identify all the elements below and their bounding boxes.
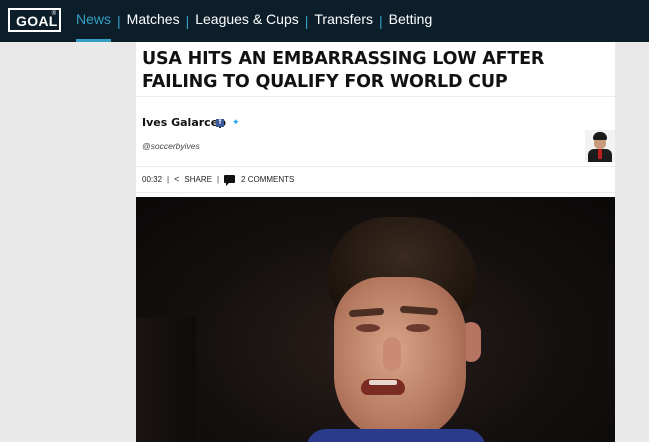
article-meta: 00:32 | < SHARE | 2 COMMENTS [142,173,294,186]
nav-separator: | [304,13,309,29]
nav-item-matches[interactable]: Matches [127,0,180,42]
comment-icon[interactable] [224,175,236,186]
share-icon[interactable]: < [174,174,179,184]
nav-separator: | [185,13,190,29]
meta-separator: | [216,174,220,184]
nav-separator: | [379,13,383,29]
article-headline: USA HITS AN EMBARRASSING LOW AFTER FAILI… [142,49,545,92]
divider [136,166,615,167]
meta-separator: | [167,174,170,184]
nav-separator: | [117,13,121,29]
publish-time: 00:32 [142,174,163,184]
nav-item-news[interactable]: News [76,0,112,42]
divider [136,192,615,193]
nav-item-transfers[interactable]: Transfers [314,0,373,42]
top-navigation-bar: GOAL ® News | Matches | Leagues & Cups |… [0,0,649,42]
facebook-icon[interactable]: f [216,119,224,127]
comments-link[interactable]: 2 COMMENTS [241,175,294,184]
author-avatar [585,130,615,162]
twitter-icon[interactable]: ✦ [232,117,240,128]
share-button[interactable]: SHARE [184,175,212,184]
article-card: USA HITS AN EMBARRASSING LOW AFTER FAILI… [136,42,615,442]
nav-item-betting[interactable]: Betting [389,0,433,42]
article-hero-image [136,197,615,442]
divider [136,96,615,97]
nav-item-leagues-cups[interactable]: Leagues & Cups [195,0,299,42]
main-nav: News | Matches | Leagues & Cups | Transf… [76,0,432,42]
registered-mark: ® [51,11,56,17]
author-name[interactable]: Ives Galarcep [142,116,226,129]
goal-logo[interactable]: GOAL ® [8,8,61,32]
author-handle[interactable]: @soccerbyives [142,141,200,151]
